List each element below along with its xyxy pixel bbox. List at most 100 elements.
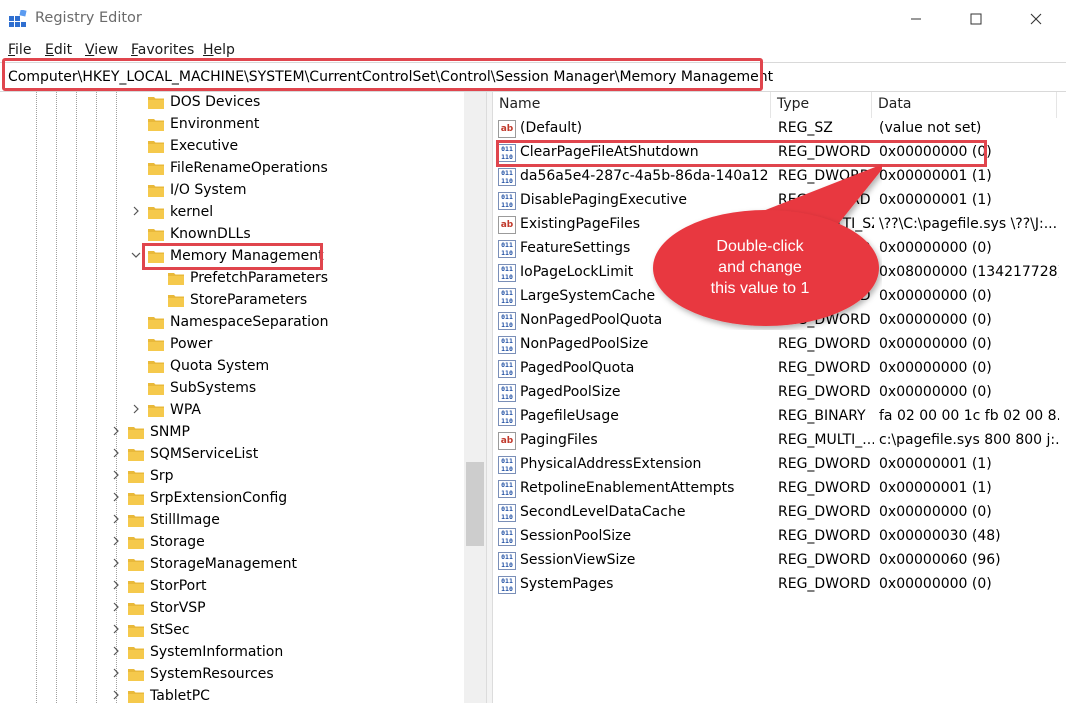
binary-value-icon: 011 110 [498, 288, 516, 306]
value-row[interactable]: 011 110 SystemPages REG_DWORD 0x00000000 (0) [493, 573, 1066, 597]
value-row[interactable]: 011 110 PagedPoolQuota REG_DWORD 0x00000000 … [493, 357, 1066, 381]
menu-help[interactable]: Help [203, 42, 235, 58]
tree-item[interactable]: Environment [148, 113, 259, 135]
menu-view[interactable]: View [85, 42, 118, 58]
value-type: REG_BINARY [778, 408, 866, 424]
binary-value-icon: 011 110 [498, 480, 516, 498]
column-header-type[interactable]: Type [771, 92, 872, 118]
tree-item[interactable]: I/O System [148, 179, 247, 201]
tree-item[interactable]: SNMP [113, 421, 190, 443]
chevron-right-icon[interactable] [111, 426, 121, 436]
value-row[interactable]: 011 110 PagedPoolSize REG_DWORD 0x00000000 (… [493, 381, 1066, 405]
tree-scrollbar-thumb[interactable] [466, 462, 484, 546]
tree-item[interactable]: DOS Devices [148, 92, 260, 113]
tree-item[interactable]: Srp [113, 465, 174, 487]
tree-item[interactable]: Quota System [148, 355, 269, 377]
tree-item[interactable]: StorPort [113, 575, 207, 597]
chevron-right-icon[interactable] [111, 558, 121, 568]
tree-item-label: StorPort [150, 578, 207, 594]
tree-item-label: Executive [170, 138, 239, 154]
value-row[interactable]: 011 110 SessionPoolSize REG_DWORD 0x00000030… [493, 525, 1066, 549]
chevron-right-icon[interactable] [111, 668, 121, 678]
pane-splitter[interactable] [486, 92, 493, 703]
tree-item[interactable]: StSec [113, 619, 190, 641]
tree-item[interactable]: FileRenameOperations [148, 157, 328, 179]
chevron-right-icon[interactable] [111, 580, 121, 590]
tree-item[interactable]: StillImage [113, 509, 220, 531]
value-name: RetpolineEnablementAttempts [520, 480, 735, 496]
tree-item[interactable]: PrefetchParameters [168, 267, 328, 289]
folder-icon [148, 405, 164, 417]
tree-item[interactable]: kernel [133, 201, 213, 223]
menu-favorites[interactable]: Favorites [131, 42, 194, 58]
tree-item[interactable]: SQMServiceList [113, 443, 258, 465]
value-row[interactable]: 011 110 PagefileUsage REG_BINARY fa 02 00 00… [493, 405, 1066, 429]
chevron-right-icon[interactable] [111, 492, 121, 502]
column-header-data[interactable]: Data [872, 92, 1057, 118]
tree-item-label: Environment [170, 116, 260, 132]
value-data: 0x00000000 (0) [879, 336, 992, 352]
string-value-icon: ab [498, 120, 516, 138]
column-header-name[interactable]: Name [493, 92, 771, 118]
value-row[interactable]: 011 110 SessionViewSize REG_DWORD 0x00000060… [493, 549, 1066, 573]
tree-item[interactable]: Executive [148, 135, 238, 157]
tree-item[interactable]: SystemInformation [113, 641, 283, 663]
tree-item[interactable]: TabletPC [113, 685, 210, 703]
tree-item[interactable]: KnownDLLs [148, 223, 251, 245]
menu-edit[interactable]: Edit [45, 42, 72, 58]
binary-value-icon: 011 110 [498, 552, 516, 570]
chevron-right-icon[interactable] [111, 646, 121, 656]
tree-item[interactable]: Power [148, 333, 212, 355]
value-row[interactable]: 011 110 NonPagedPoolSize REG_DWORD 0x0000000… [493, 333, 1066, 357]
chevron-right-icon[interactable] [111, 536, 121, 546]
tree-item[interactable]: Storage [113, 531, 205, 553]
chevron-right-icon[interactable] [131, 206, 141, 216]
value-type: REG_SZ [778, 120, 833, 136]
tree-item[interactable]: StoreParameters [168, 289, 307, 311]
binary-value-icon: 011 110 [498, 384, 516, 402]
minimize-button[interactable] [888, 0, 944, 38]
tree-item-label: SystemResources [150, 666, 274, 682]
chevron-right-icon[interactable] [111, 470, 121, 480]
folder-icon [128, 669, 144, 681]
key-tree[interactable]: DOS Devices Environment Executive FileRenam… [0, 92, 486, 703]
value-name: PagingFiles [520, 432, 598, 448]
binary-value-icon: 011 110 [498, 408, 516, 426]
value-name: PagedPoolSize [520, 384, 621, 400]
value-data: 0x00000000 (0) [879, 360, 992, 376]
tree-item-label: StSec [150, 622, 190, 638]
close-button[interactable] [1008, 0, 1064, 38]
maximize-button[interactable] [948, 0, 1004, 38]
tree-item-label: SrpExtensionConfig [150, 490, 288, 506]
value-data: (value not set) [879, 120, 982, 136]
binary-value-icon: 011 110 [498, 360, 516, 378]
tree-guide-line [36, 92, 37, 703]
chevron-right-icon[interactable] [131, 404, 141, 414]
value-data: 0x00000000 (0) [879, 504, 992, 520]
value-row[interactable]: ab PagingFiles REG_MULTI_... c:\pagefile.sy… [493, 429, 1066, 453]
chevron-right-icon[interactable] [111, 448, 121, 458]
tree-item[interactable]: StorVSP [113, 597, 206, 619]
tree-item[interactable]: StorageManagement [113, 553, 297, 575]
folder-icon [168, 295, 184, 307]
tree-item[interactable]: NamespaceSeparation [148, 311, 329, 333]
chevron-right-icon[interactable] [111, 602, 121, 612]
tree-item-label: TabletPC [150, 688, 210, 703]
value-data: c:\pagefile.sys 800 800 j:... [879, 432, 1059, 448]
value-row[interactable]: 011 110 SecondLevelDataCache REG_DWORD 0x000… [493, 501, 1066, 525]
tree-scrollbar[interactable] [464, 92, 486, 703]
tree-item[interactable]: SystemResources [113, 663, 274, 685]
chevron-right-icon[interactable] [111, 690, 121, 700]
tree-item[interactable]: WPA [133, 399, 201, 421]
value-name: SessionPoolSize [520, 528, 632, 544]
tree-item[interactable]: SrpExtensionConfig [113, 487, 288, 509]
tree-item[interactable]: SubSystems [148, 377, 256, 399]
chevron-right-icon[interactable] [111, 514, 121, 524]
value-name: SessionViewSize [520, 552, 636, 568]
value-row[interactable]: 011 110 PhysicalAddressExtension REG_DWORD 0… [493, 453, 1066, 477]
chevron-right-icon[interactable] [111, 624, 121, 634]
value-row[interactable]: 011 110 RetpolineEnablementAttempts REG_DWO… [493, 477, 1066, 501]
value-row[interactable]: ab (Default) REG_SZ (value not set) [493, 117, 1066, 141]
chevron-down-icon[interactable] [131, 250, 141, 260]
menu-file[interactable]: File [8, 42, 31, 58]
